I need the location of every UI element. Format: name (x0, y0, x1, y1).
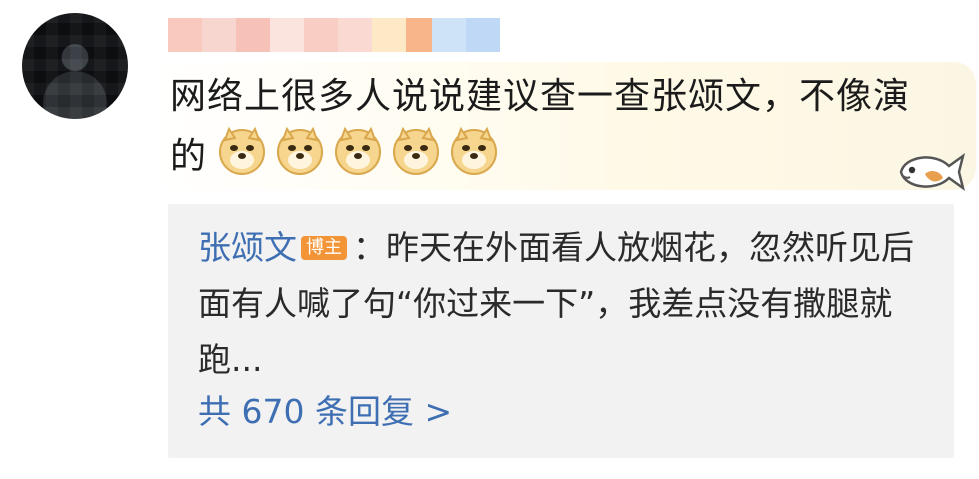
avatar[interactable] (22, 13, 128, 119)
quote-separator: ： (353, 228, 386, 267)
fish-decoration-icon (899, 153, 966, 191)
view-replies-link[interactable]: 共 670 条回复 > (198, 390, 452, 434)
doge-icon (277, 126, 324, 175)
author-link[interactable]: 张颂文 (198, 228, 297, 267)
doge-icon (393, 126, 440, 175)
blogger-badge: 博主 (301, 236, 347, 260)
doge-icon (219, 126, 266, 175)
quoted-post-body: 张颂文 博主 ：昨天在外面看人放烟花，忽然听见后面有人喊了句“你过来一下”，我差点没… (198, 220, 938, 388)
emoji-row (217, 126, 499, 176)
doge-icon (451, 126, 498, 175)
username-blurred[interactable] (168, 18, 500, 52)
doge-icon (335, 126, 382, 175)
comment-content: 网络上很多人说说建议查一查张颂文，不像演的 (170, 68, 930, 186)
